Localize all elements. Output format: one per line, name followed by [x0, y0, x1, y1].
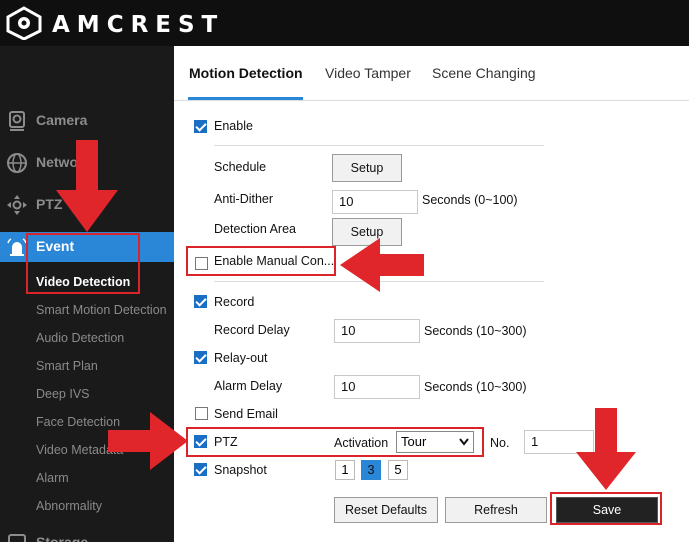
- sidebar-item-camera[interactable]: Camera: [0, 106, 174, 136]
- snapshot-checkbox[interactable]: [194, 463, 207, 476]
- arrow-left-annotation-icon: [340, 238, 424, 292]
- brand-name: AMCREST: [52, 12, 225, 38]
- relay-out-checkbox[interactable]: [194, 351, 207, 364]
- anti-dither-input[interactable]: 10: [332, 190, 418, 214]
- snapshot-label: Snapshot: [214, 463, 267, 477]
- alarm-delay-unit: Seconds (10~300): [424, 380, 527, 394]
- sidebar-item-storage[interactable]: Storage: [0, 528, 174, 542]
- anti-dither-label: Anti-Dither: [214, 192, 274, 206]
- highlight-enable-manual-control: [186, 246, 336, 276]
- divider: [214, 145, 544, 146]
- reset-defaults-button[interactable]: Reset Defaults: [334, 497, 438, 523]
- tab-video-tamper[interactable]: Video Tamper: [325, 65, 411, 81]
- snapshot-option-3[interactable]: 3: [361, 460, 381, 480]
- anti-dither-unit: Seconds (0~100): [422, 193, 518, 207]
- enable-label: Enable: [214, 119, 253, 133]
- arrow-right-annotation-icon: [108, 412, 188, 470]
- alarm-delay-label: Alarm Delay: [214, 379, 283, 393]
- record-delay-label: Record Delay: [214, 323, 290, 337]
- tab-motion-detection[interactable]: Motion Detection: [189, 65, 303, 81]
- ptz-icon: [7, 195, 27, 215]
- event-alarm-icon: [7, 238, 27, 256]
- camera-icon: [9, 111, 25, 131]
- refresh-button[interactable]: Refresh: [445, 497, 547, 523]
- enable-checkbox[interactable]: [194, 120, 207, 133]
- send-email-checkbox[interactable]: [195, 407, 208, 420]
- arrow-down-save-annotation-icon: [576, 408, 636, 490]
- arrow-down-annotation-icon: [56, 140, 118, 232]
- top-bar: AMCREST: [0, 0, 689, 46]
- highlight-event-video-detection: [26, 233, 140, 294]
- amcrest-logo-icon: [6, 6, 42, 40]
- tab-bar: Motion Detection Video Tamper Scene Chan…: [174, 46, 689, 101]
- record-label: Record: [214, 295, 255, 309]
- snapshot-option-1[interactable]: 1: [335, 460, 355, 480]
- sidebar-subitem-deep-ivs[interactable]: Deep IVS: [36, 387, 90, 401]
- sidebar-label-camera: Camera: [36, 112, 88, 128]
- send-email-label: Send Email: [214, 407, 278, 421]
- active-tab-indicator: [188, 97, 303, 100]
- sidebar-subitem-alarm[interactable]: Alarm: [36, 471, 69, 485]
- sidebar-subitem-smart-motion-detection[interactable]: Smart Motion Detection: [36, 303, 167, 317]
- network-icon: [7, 153, 27, 173]
- record-checkbox[interactable]: [194, 295, 207, 308]
- detection-area-label: Detection Area: [214, 222, 296, 236]
- sidebar-subitem-abnormality[interactable]: Abnormality: [36, 499, 102, 513]
- relay-out-label: Relay-out: [214, 351, 268, 365]
- storage-icon: [8, 534, 26, 542]
- sidebar-subitem-smart-plan[interactable]: Smart Plan: [36, 359, 98, 373]
- sidebar-subitem-audio-detection[interactable]: Audio Detection: [36, 331, 124, 345]
- tab-scene-changing[interactable]: Scene Changing: [432, 65, 536, 81]
- record-delay-unit: Seconds (10~300): [424, 324, 527, 338]
- snapshot-option-5[interactable]: 5: [388, 460, 408, 480]
- ptz-no-label: No.: [490, 436, 510, 450]
- sidebar-label-storage: Storage: [36, 534, 89, 542]
- highlight-save-button: [550, 492, 662, 525]
- record-delay-input[interactable]: 10: [334, 319, 420, 343]
- alarm-delay-input[interactable]: 10: [334, 375, 420, 399]
- schedule-setup-button[interactable]: Setup: [332, 154, 402, 182]
- schedule-label: Schedule: [214, 160, 267, 174]
- highlight-ptz-row: [186, 427, 484, 457]
